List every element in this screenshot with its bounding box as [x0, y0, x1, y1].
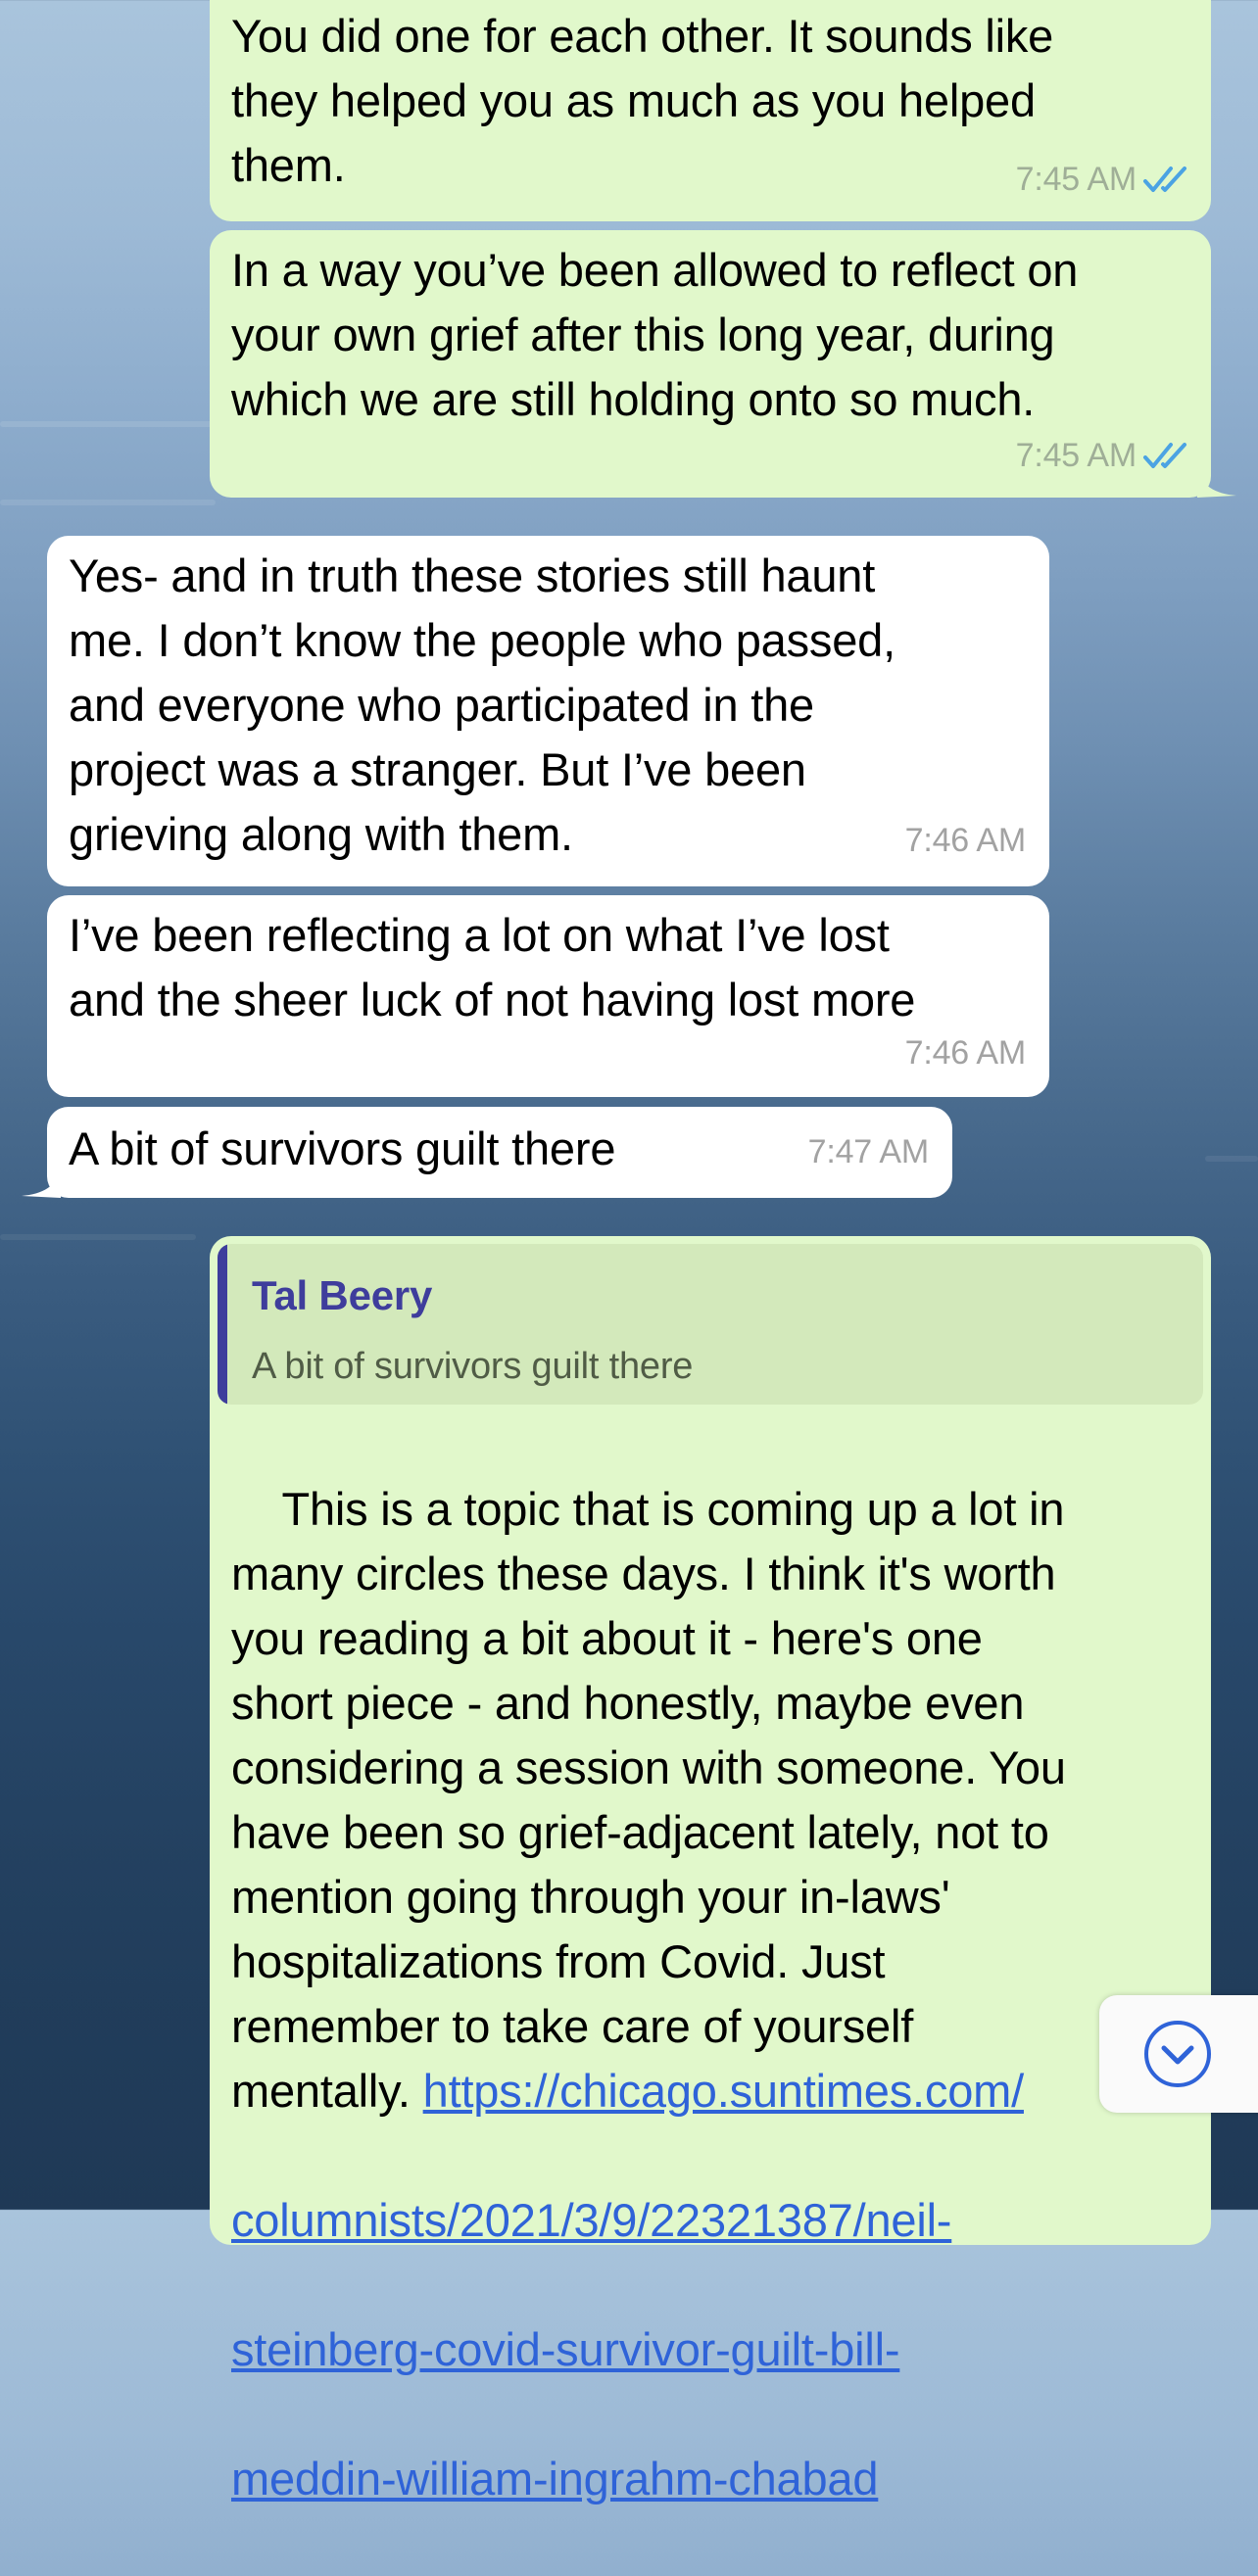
background-ripple: [0, 1234, 196, 1240]
message-text-body: This is a topic that is coming up a lot …: [231, 1412, 1066, 2576]
scroll-to-bottom-button[interactable]: [1099, 1995, 1258, 2113]
message-text: In a way you’ve been allowed to reflect …: [231, 244, 1079, 425]
message-text: You did one for each other. It sounds li…: [231, 10, 1054, 191]
message-time: 7:46 AM: [904, 1034, 1027, 1072]
message-meta: 7:45 AM: [1016, 147, 1191, 212]
chevron-down-circle-icon: [1144, 2021, 1211, 2087]
incoming-message[interactable]: A bit of survivors guilt there 7:47 AM: [22, 1107, 952, 1198]
message-meta: 7:46 AM: [904, 808, 1027, 873]
article-link[interactable]: steinberg-covid-survivor-guilt-bill-: [231, 2323, 900, 2375]
message-text: A bit of survivors guilt there: [69, 1122, 616, 1174]
message-meta: 7:46 AM: [904, 1021, 1027, 1085]
message-text: Yes- and in truth these stories still ha…: [69, 549, 895, 860]
message-meta: 7:47 AM: [807, 1120, 930, 1184]
article-link[interactable]: https://chicago.suntimes.com/: [423, 2065, 1025, 2117]
double-check-icon: [1143, 443, 1186, 468]
quote-accent-bar: [218, 1244, 227, 1405]
background-ripple: [1205, 1156, 1258, 1162]
message-time: 7:46 AM: [904, 822, 1027, 859]
background-ripple: [0, 500, 216, 505]
quoted-message-text: A bit of survivors guilt there: [252, 1346, 694, 1387]
message-text: I’ve been reflecting a lot on what I’ve …: [69, 909, 916, 1026]
outgoing-message[interactable]: In a way you’ve been allowed to reflect …: [210, 230, 1236, 498]
article-link[interactable]: meddin-william-ingrahm-chabad: [231, 2453, 879, 2504]
outgoing-message[interactable]: You did one for each other. It sounds li…: [210, 0, 1211, 221]
quoted-reply[interactable]: Tal Beery A bit of survivors guilt there: [218, 1244, 1203, 1405]
message-meta: 7:45 AM: [1016, 423, 1191, 488]
double-check-icon: [1143, 167, 1186, 192]
message-time: 7:45 AM: [1015, 161, 1137, 198]
message-time: 7:45 AM: [1015, 437, 1137, 474]
bubble-tail: [1197, 468, 1236, 498]
message-text: This is a topic that is coming up a lot …: [231, 1483, 1066, 2117]
incoming-message[interactable]: Yes- and in truth these stories still ha…: [47, 536, 1049, 886]
incoming-message[interactable]: I’ve been reflecting a lot on what I’ve …: [47, 895, 1049, 1097]
message-time: 7:47 AM: [807, 1133, 930, 1170]
outgoing-reply-message[interactable]: Tal Beery A bit of survivors guilt there…: [210, 1236, 1211, 2504]
article-link[interactable]: columnists/2021/3/9/22321387/neil-: [231, 2194, 951, 2246]
bubble-tail: [22, 1169, 61, 1198]
quoted-sender-name: Tal Beery: [252, 1272, 433, 1318]
